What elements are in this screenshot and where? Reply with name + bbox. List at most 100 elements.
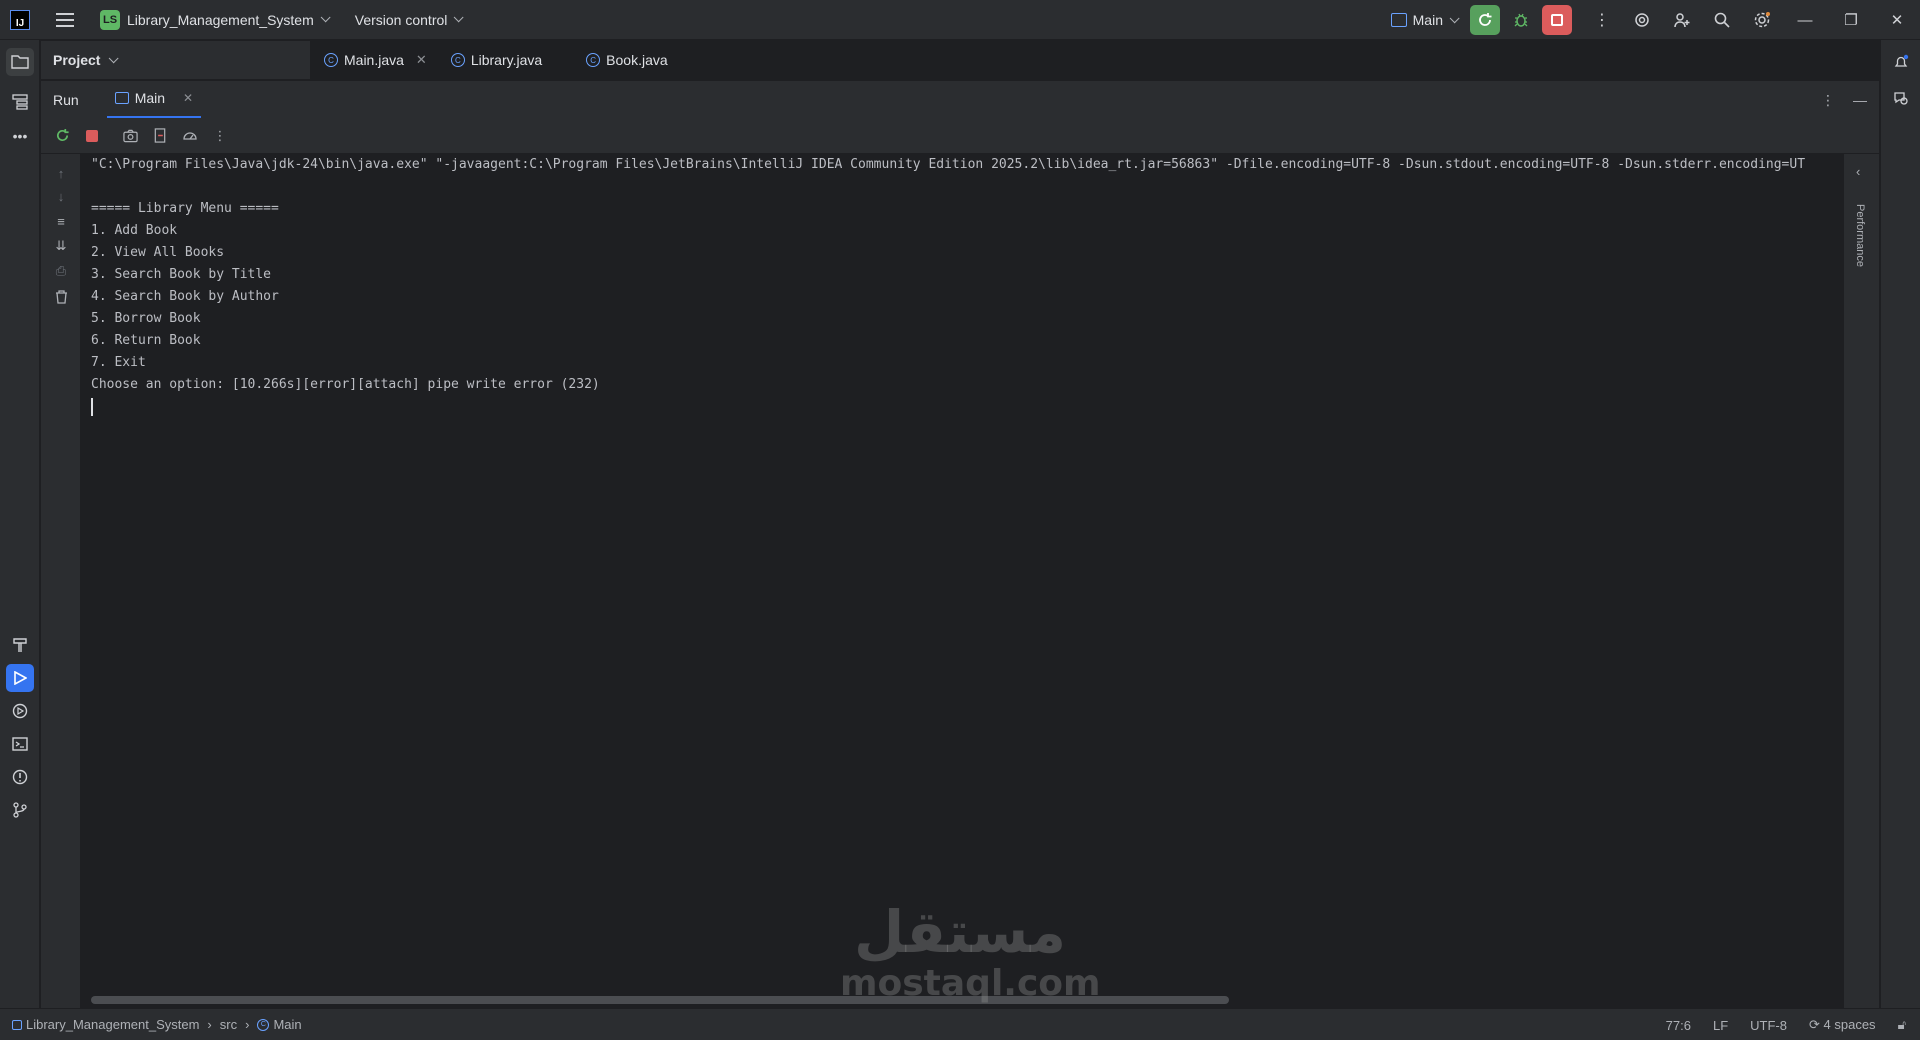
indent-label: 4 spaces — [1823, 1017, 1876, 1032]
console-output[interactable]: "C:\Program Files\Java\jdk-24\bin\java.e… — [82, 154, 1844, 1008]
ai-assistant-icon[interactable] — [1622, 0, 1662, 40]
line-separator[interactable]: LF — [1713, 1018, 1728, 1033]
add-user-icon[interactable] — [1662, 0, 1702, 40]
close-tab-icon[interactable]: ✕ — [416, 52, 427, 68]
scroll-to-end-icon[interactable]: ⇊ — [52, 237, 70, 255]
breadcrumb-separator-icon: › — [207, 1017, 212, 1032]
intellij-logo-icon: IJ — [10, 9, 30, 30]
rerun-icon[interactable] — [53, 127, 71, 145]
project-panel-header[interactable]: Project — [41, 41, 311, 79]
soft-wrap-icon[interactable]: ≡ — [52, 212, 70, 230]
project-folder-icon[interactable] — [6, 48, 34, 76]
more-options-icon[interactable]: ⋮ — [211, 127, 229, 145]
editor-tab-bar: C Main.java ✕ C Library.java C Book.java — [312, 41, 1879, 79]
project-panel-title: Project — [53, 52, 101, 68]
panel-options-icon[interactable]: ⋮ — [1821, 92, 1835, 109]
run-config-icon — [114, 92, 129, 104]
problems-icon[interactable] — [6, 763, 34, 791]
console-line: 4. Search Book by Author — [91, 289, 279, 304]
notifications-bell-icon[interactable] — [1887, 48, 1915, 76]
module-icon — [12, 1019, 22, 1030]
text-caret — [91, 398, 93, 416]
profiler-icon[interactable] — [181, 127, 199, 145]
right-tool-strip — [1880, 40, 1920, 1008]
build-hammer-icon[interactable] — [6, 631, 34, 659]
status-bar: Library_Management_System › src › C Main… — [0, 1008, 1920, 1040]
print-icon[interactable]: ⎙ — [52, 262, 70, 280]
performance-strip: ‹ Performance — [1843, 154, 1879, 1008]
lock-icon[interactable]: 🔓︎ — [1898, 1017, 1906, 1033]
chevron-down-icon — [1449, 12, 1460, 23]
breadcrumb-main[interactable]: Main — [273, 1017, 301, 1032]
terminal-icon[interactable] — [6, 730, 34, 758]
project-switcher[interactable]: LS Library_Management_System — [78, 0, 331, 40]
search-icon[interactable] — [1702, 0, 1742, 40]
trash-icon[interactable] — [52, 288, 70, 306]
run-tool-icon[interactable] — [6, 664, 34, 692]
chevron-down-icon — [109, 52, 120, 63]
java-class-icon: C — [450, 53, 465, 67]
run-toolbar: ⋮ — [41, 118, 1879, 154]
performance-tab[interactable]: Performance — [1854, 204, 1866, 267]
stop-icon — [1551, 14, 1563, 26]
camera-dump-threads-icon[interactable] — [121, 127, 139, 145]
more-actions-icon[interactable]: ⋮ — [1582, 0, 1622, 40]
indent-setting[interactable]: ⟳ 4 spaces — [1809, 1017, 1876, 1033]
breadcrumb: Library_Management_System › src › C Main — [12, 1017, 302, 1032]
exit-icon[interactable] — [151, 127, 169, 145]
stop-icon[interactable] — [83, 127, 101, 145]
structure-icon[interactable] — [6, 88, 34, 116]
console-line: 6. Return Book — [91, 333, 201, 348]
settings-gear-icon[interactable] — [1742, 0, 1782, 40]
cursor-position[interactable]: 77:6 — [1666, 1018, 1691, 1033]
restore-window-button[interactable]: ❐ — [1828, 0, 1874, 40]
close-run-tab-icon[interactable]: ✕ — [183, 91, 193, 105]
run-config-selector[interactable]: Main — [1390, 12, 1460, 28]
tab-library-java[interactable]: C Library.java — [439, 41, 554, 79]
project-badge: LS — [100, 9, 120, 30]
close-window-button[interactable]: ✕ — [1874, 0, 1920, 40]
rerun-button[interactable] — [1470, 5, 1500, 35]
watermark-arabic: مستقل — [853, 898, 1067, 966]
breadcrumb-project[interactable]: Library_Management_System — [26, 1017, 199, 1032]
rerun-icon — [1479, 13, 1492, 26]
console-line: 7. Exit — [91, 355, 146, 370]
project-name: Library_Management_System — [127, 11, 314, 28]
chevron-left-icon[interactable]: ‹ — [1856, 164, 1860, 179]
console-line: 1. Add Book — [91, 223, 178, 238]
arrow-down-icon[interactable]: ↓ — [52, 187, 70, 205]
hide-panel-icon[interactable]: — — [1853, 92, 1867, 108]
watermark-latin: mostaql.com — [840, 963, 1101, 1004]
tab-label: Main.java — [344, 52, 404, 68]
file-encoding[interactable]: UTF-8 — [1750, 1018, 1787, 1033]
console-line: 2. View All Books — [91, 245, 225, 260]
console-line: "C:\Program Files\Java\jdk-24\bin\java.e… — [91, 157, 1806, 172]
run-config-label: Main — [1412, 12, 1443, 28]
left-tool-strip: ••• — [0, 40, 40, 1008]
chevron-down-icon — [454, 12, 464, 23]
run-tab-main[interactable]: Main ✕ — [106, 81, 202, 119]
tab-main-java[interactable]: C Main.java ✕ — [312, 41, 439, 79]
title-bar: IJ LS Library_Management_System Version … — [0, 0, 1920, 40]
tab-book-java[interactable]: C Book.java — [574, 41, 679, 79]
console-gutter: ↑ ↓ ≡ ⇊ ⎙ — [41, 154, 81, 1008]
tab-label: Book.java — [606, 52, 668, 68]
run-tab-label: Main — [134, 90, 166, 106]
java-class-icon: C — [324, 53, 338, 67]
ai-chat-icon[interactable] — [1887, 84, 1915, 112]
breadcrumb-src[interactable]: src — [220, 1017, 237, 1032]
java-class-icon: C — [586, 53, 601, 67]
java-class-icon: C — [257, 1018, 270, 1031]
git-branch-icon[interactable] — [6, 796, 34, 824]
minimize-window-button[interactable]: — — [1782, 0, 1828, 40]
arrow-up-icon[interactable]: ↑ — [52, 164, 70, 182]
version-control-menu[interactable]: Version control — [327, 0, 464, 40]
debug-button[interactable] — [1508, 5, 1534, 35]
main-menu-button[interactable] — [56, 9, 78, 31]
version-control-label: Version control — [354, 11, 448, 28]
stop-button[interactable] — [1542, 5, 1572, 35]
console-line: Choose an option: [10.266s][error][attac… — [91, 377, 600, 392]
services-icon[interactable] — [6, 697, 34, 725]
more-tools-icon[interactable]: ••• — [6, 122, 34, 150]
run-config-icon — [1390, 13, 1407, 27]
